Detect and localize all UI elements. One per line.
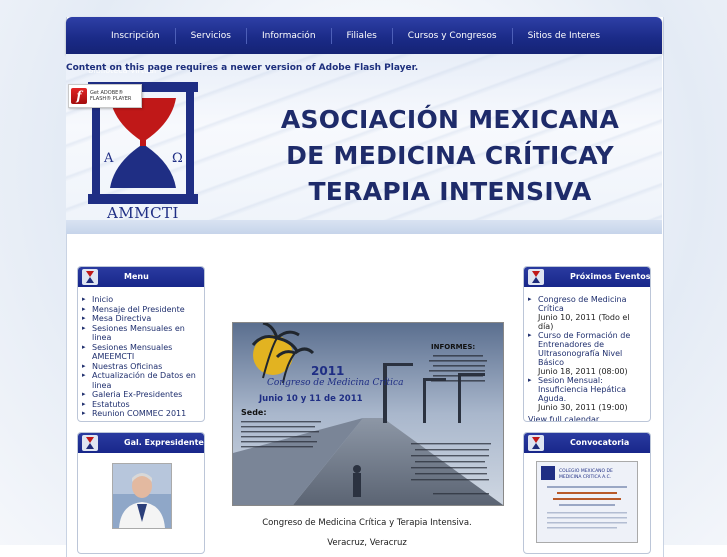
- mini-logo-icon: [82, 435, 98, 451]
- event-item: Congreso de Medicina Crítica Junio 10, 2…: [528, 295, 646, 331]
- logo-alpha: A: [103, 151, 114, 166]
- poster-informes: INFORMES:: [431, 343, 475, 351]
- menu-box-header: Menu: [78, 267, 204, 287]
- center-caption-location: Veracruz, Veracruz: [327, 538, 407, 548]
- nav-item-sitios-interes[interactable]: Sitios de Interes: [511, 27, 616, 44]
- poster-year: 2011: [311, 364, 344, 378]
- menu-item-galeria-expresidentes[interactable]: Galeria Ex-Presidentes: [82, 390, 204, 400]
- mini-logo-icon: [528, 435, 544, 451]
- mini-logo-icon: [82, 269, 98, 285]
- expresidentes-box: Gal. Expresidentes: [77, 432, 205, 554]
- doc-header-line2: MEDICINA CRITICA A.C.: [559, 474, 611, 480]
- poster-sede: Sede:: [241, 408, 267, 417]
- event-item: Curso de Formación de Entrenadores de Ul…: [528, 331, 646, 376]
- doc-header-line1: COLEGIO MEXICANO DE: [559, 468, 613, 474]
- eventos-box-title: Próximos Eventos: [570, 272, 651, 281]
- site-title-line: ASOCIACIÓN MEXICANA: [280, 105, 620, 134]
- convocatoria-document-image[interactable]: COLEGIO MEXICANO DE MEDICINA CRITICA A.C…: [536, 461, 638, 543]
- nav-item-inscripcion[interactable]: Inscripción: [96, 28, 175, 44]
- event-item: Sesion Mensual: Insuficiencia Hepática A…: [528, 376, 646, 412]
- site-title: ASOCIACIÓN MEXICANA DE MEDICINA CRÍTICAY…: [240, 102, 660, 210]
- expresidentes-box-title: Gal. Expresidentes: [124, 438, 205, 447]
- nav-item-filiales[interactable]: Filiales: [330, 27, 392, 44]
- eventos-box-header: Próximos Eventos: [524, 267, 650, 287]
- event-date: Junio 30, 2011 (19:00): [538, 403, 628, 412]
- top-navigation: Inscripción Servicios Información Filial…: [66, 17, 662, 54]
- header-banner: A Ω AMMCTI Biblioteca Virtual Content on…: [66, 54, 662, 234]
- menu-item-mesa-directiva[interactable]: Mesa Directiva: [82, 314, 204, 324]
- poster-congress-title: Congreso de Medicina Crítica: [267, 377, 403, 388]
- event-date: Junio 10, 2011 (Todo el día): [538, 313, 630, 331]
- menu-item-mensaje-presidente[interactable]: Mensaje del Presidente: [82, 305, 204, 315]
- menu-item-sesiones-ameemcti[interactable]: Sesiones Mensuales AMEEMCTI: [82, 343, 204, 362]
- menu-box-title: Menu: [124, 272, 149, 281]
- event-title[interactable]: Congreso de Medicina Crítica: [538, 295, 627, 313]
- site-title-line: TERAPIA INTENSIVA: [308, 177, 592, 206]
- convocatoria-box-header: Convocatoria: [524, 433, 650, 453]
- menu-item-reunion-commec[interactable]: Reunion COMMEC 2011: [82, 409, 204, 419]
- flash-icon: f: [71, 88, 87, 104]
- nav-item-informacion[interactable]: Información: [246, 27, 331, 44]
- convocatoria-box: Convocatoria COLEGIO MEXICANO DE MEDICIN…: [523, 432, 651, 554]
- menu-item-actualizacion-datos[interactable]: Actualización de Datos en linea: [82, 371, 204, 390]
- main-menu-list: Inicio Mensaje del Presidente Mesa Direc…: [78, 287, 204, 419]
- congress-poster-image[interactable]: 2011 Congreso de Medicina Crítica Junio …: [232, 322, 504, 506]
- menu-box: Menu Inicio Mensaje del Presidente Mesa …: [77, 266, 205, 422]
- nav-menu: Inscripción Servicios Información Filial…: [96, 17, 615, 54]
- menu-item-estatutos[interactable]: Estatutos: [82, 400, 204, 410]
- convocatoria-box-title: Convocatoria: [570, 438, 630, 447]
- event-title[interactable]: Curso de Formación de Entrenadores de Ul…: [538, 331, 630, 367]
- event-title[interactable]: Sesion Mensual: Insuficiencia Hepática A…: [538, 376, 626, 403]
- proximos-eventos-box: Próximos Eventos Congreso de Medicina Cr…: [523, 266, 651, 422]
- poster-dates: Junio 10 y 11 de 2011: [258, 394, 363, 404]
- expresident-photo[interactable]: [112, 463, 172, 529]
- event-date: Junio 18, 2011 (08:00): [538, 367, 628, 376]
- center-caption: Congreso de Medicina Crítica y Terapia I…: [262, 518, 472, 528]
- site-title-line: DE MEDICINA CRÍTICAY: [286, 141, 614, 170]
- mini-logo-icon: [528, 269, 544, 285]
- view-full-calendar-link[interactable]: View full calendar: [524, 412, 650, 421]
- flash-player-notice: Content on this page requires a newer ve…: [66, 63, 419, 73]
- menu-item-oficinas[interactable]: Nuestras Oficinas: [82, 362, 204, 372]
- get-flash-label: Get ADOBE® FLASH® PLAYER: [90, 90, 131, 102]
- nav-item-servicios[interactable]: Servicios: [174, 27, 246, 44]
- get-flash-player-button[interactable]: f Get ADOBE® FLASH® PLAYER: [68, 84, 142, 108]
- events-list: Congreso de Medicina Crítica Junio 10, 2…: [524, 287, 650, 412]
- get-flash-line2: FLASH® PLAYER: [90, 96, 132, 102]
- expresidentes-box-header: Gal. Expresidentes: [78, 433, 204, 453]
- logo-caption: AMMCTI: [107, 204, 179, 222]
- menu-item-sesiones-linea[interactable]: Sesiones Mensuales en linea: [82, 324, 204, 343]
- logo-omega: Ω: [172, 151, 183, 166]
- nav-item-cursos-congresos[interactable]: Cursos y Congresos: [391, 27, 512, 44]
- menu-item-inicio[interactable]: Inicio: [82, 295, 204, 305]
